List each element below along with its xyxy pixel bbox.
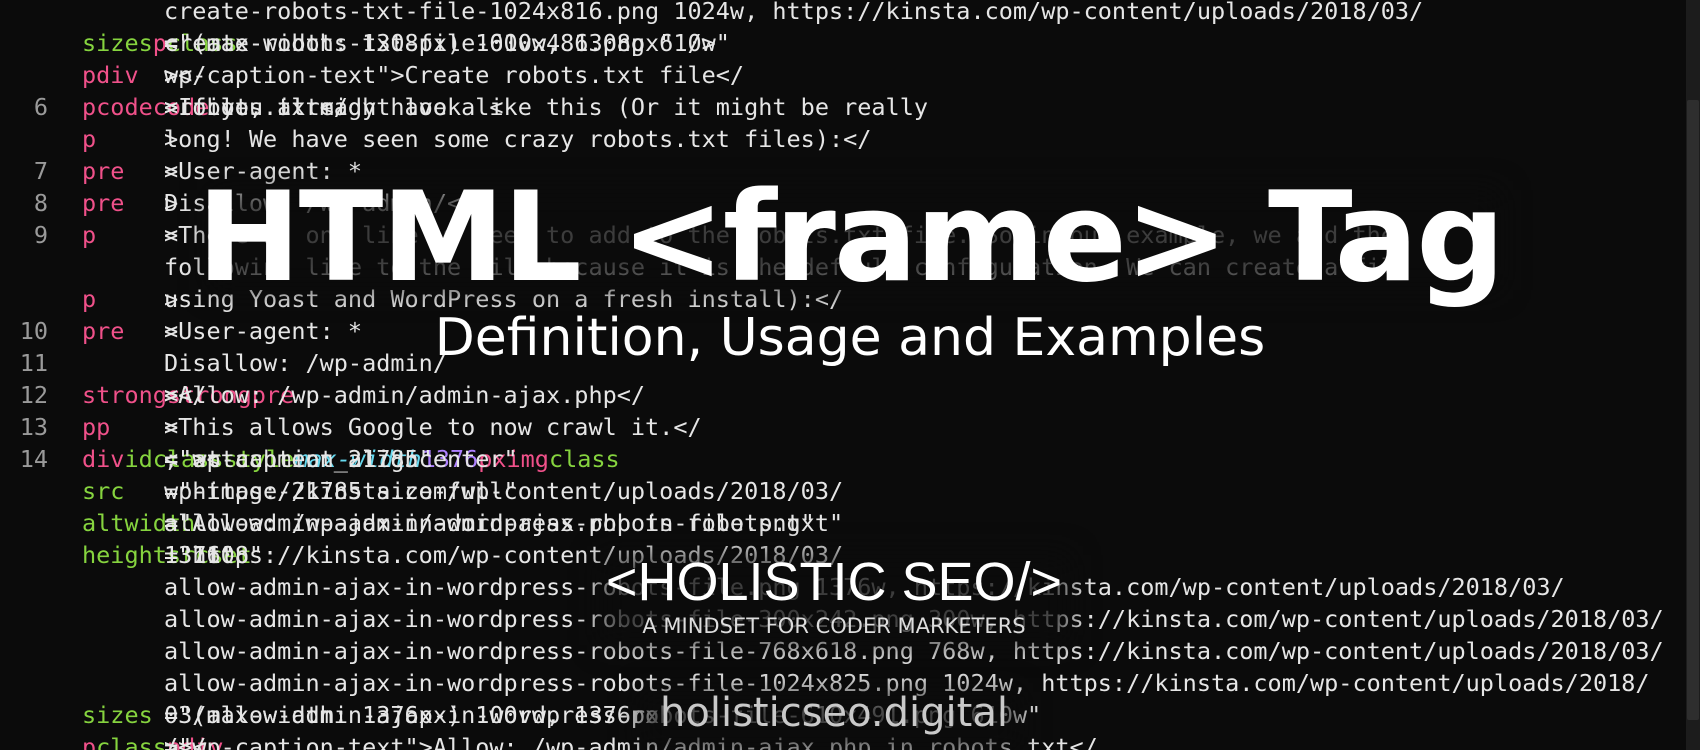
code-token: wp-caption-text">Create robots.txt file<…	[164, 61, 745, 89]
scrollbar-track[interactable]	[1686, 0, 1700, 750]
code-token: p	[96, 413, 111, 441]
code-text: create-robots-txt-file-610x486.png 610w"…	[82, 27, 730, 59]
page-subtitle: Definition, Usage and Examples	[434, 308, 1266, 368]
code-token: >This allows Google to now crawl it.</	[164, 413, 702, 441]
line-number: 12	[19, 381, 48, 409]
code-token: strong	[82, 381, 167, 409]
line-number: 13	[19, 413, 48, 441]
code-text: allow-admin-ajax-in-wordpress-robots-fil…	[82, 507, 843, 539]
code-text: < p >If you already have a < code >robots.tx…	[82, 91, 928, 123]
brand-tagline: A MINDSET FOR CODER MARKETERS	[642, 614, 1026, 638]
page-title: HTML <frame> Tag	[196, 166, 1505, 310]
code-token: >	[164, 125, 179, 153]
code-token: p	[82, 413, 97, 441]
code-line: 12 < strong >Allow: /wp-admin/admin-ajax.ph…	[0, 379, 1700, 411]
code-token: div	[82, 445, 125, 473]
code-line: long! We have seen some crazy robots.txt…	[0, 123, 1700, 155]
code-text: long! We have seen some crazy robots.txt…	[82, 123, 871, 155]
code-token: p	[82, 61, 97, 89]
code-text: < strong >Allow: /wp-admin/admin-ajax.php<…	[82, 379, 645, 411]
code-token: ="	[164, 509, 193, 537]
code-text: wp-image-21785 size-full" src ="https://k…	[82, 475, 843, 507]
code-line: wp-caption-text">Create robots.txt file<…	[0, 59, 1700, 91]
code-text: wp-caption-text">Create robots.txt file<…	[82, 59, 744, 91]
code-token: >	[164, 413, 179, 441]
code-token: >	[164, 381, 179, 409]
code-token: p	[82, 125, 97, 153]
code-token: create-robots-txt-file-1024x816.png 1024…	[164, 0, 1424, 25]
code-text: < p >This allows Google to now crawl it.</…	[82, 411, 702, 443]
line-number: 14	[19, 445, 48, 473]
code-token: > file, it might look like this (Or it m…	[164, 93, 929, 121]
code-token: long! We have seen some crazy robots.txt…	[164, 125, 872, 153]
code-token: ="https://kinsta.com/wp-content/uploads/…	[164, 477, 844, 505]
code-token: id	[124, 445, 153, 473]
brand-logo-text: <HOLISTIC SEO/>	[605, 552, 1063, 612]
line-number: 6	[33, 93, 48, 121]
code-token: div	[96, 61, 139, 89]
code-token: >	[164, 61, 179, 89]
code-token: ="(max-width: 1308px) 100vw, 1308px" />	[164, 29, 716, 57]
code-text: < div id ="attachment_21785" class ="wp-cap…	[82, 443, 620, 475]
code-token: alt	[82, 509, 125, 537]
code-line: wp-image-21785 size-full" src ="https://k…	[0, 475, 1700, 507]
code-line: 6 < p >If you already have a < code >robots.t…	[0, 91, 1700, 123]
code-token: code	[96, 93, 153, 121]
code-token: src	[82, 477, 125, 505]
code-token: class	[548, 445, 620, 473]
code-token: sizes	[82, 29, 153, 57]
code-token: ="	[164, 29, 193, 57]
code-line: 13 < p >This allows Google to now crawl it.…	[0, 411, 1700, 443]
code-line: create-robots-txt-file-1024x816.png 1024…	[0, 0, 1700, 27]
site-url: holisticseo.digital	[660, 690, 1008, 736]
code-line: 14 < div id ="attachment_21785" class ="wp-c…	[0, 443, 1700, 475]
code-token: p	[82, 93, 97, 121]
code-token: ="	[164, 445, 193, 473]
code-token: >Allow: /wp-admin/admin-ajax.php</	[164, 381, 646, 409]
code-line: allow-admin-ajax-in-wordpress-robots-fil…	[0, 507, 1700, 539]
code-line: create-robots-txt-file-610x486.png 610w"…	[0, 27, 1700, 59]
code-token: ="Allow: /wp-admin/admin-ajax.php in rob…	[164, 509, 858, 537]
